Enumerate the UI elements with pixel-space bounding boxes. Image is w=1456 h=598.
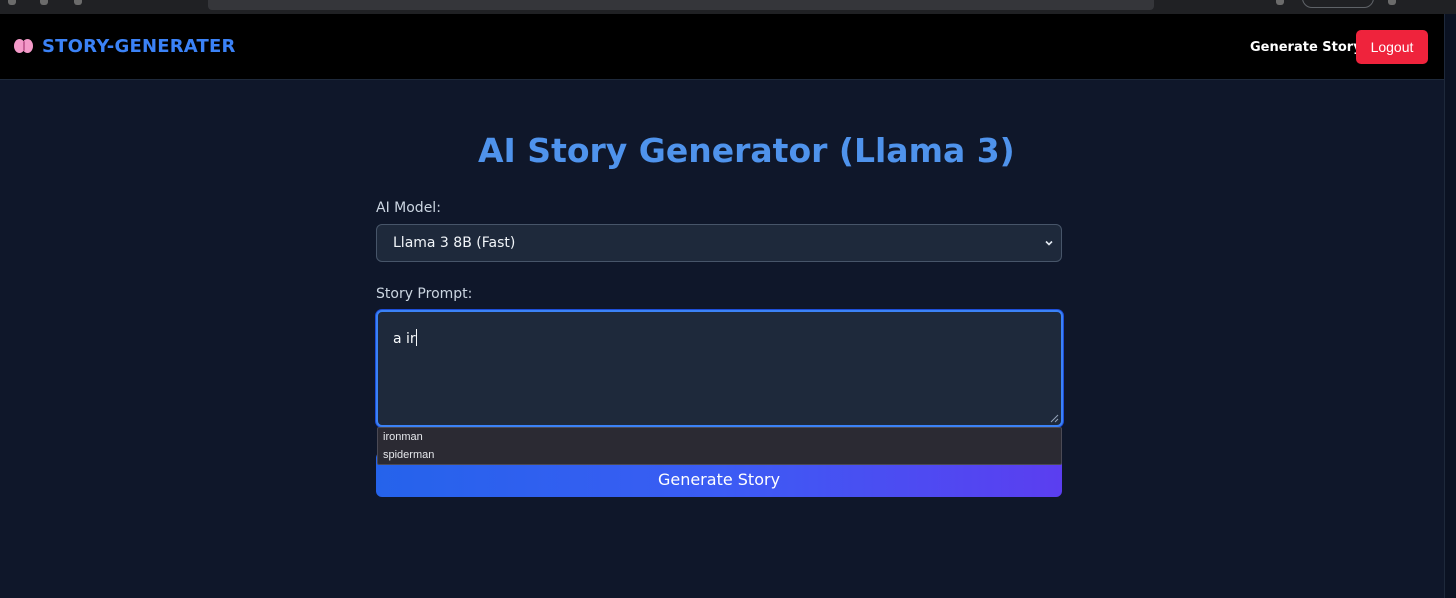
- forward-icon[interactable]: [40, 0, 48, 5]
- chevron-down-icon: [1045, 240, 1053, 246]
- page-heading: AI Story Generator (Llama 3): [478, 130, 1015, 170]
- story-prompt-textarea[interactable]: a ir: [376, 310, 1063, 427]
- resize-handle-icon[interactable]: [1050, 414, 1059, 423]
- text-caret: [415, 329, 417, 346]
- prompt-label: Story Prompt:: [376, 286, 473, 302]
- brand-title[interactable]: STORY-GENERATER: [42, 36, 236, 57]
- profile-button[interactable]: [1302, 0, 1374, 8]
- back-icon[interactable]: [8, 0, 16, 5]
- model-label: AI Model:: [376, 200, 441, 216]
- brand[interactable]: STORY-GENERATER: [14, 36, 236, 57]
- menu-icon[interactable]: [1388, 0, 1396, 5]
- autocomplete-option[interactable]: spiderman: [378, 446, 1061, 464]
- extensions-icon[interactable]: [1276, 0, 1284, 5]
- autocomplete-option[interactable]: ironman: [378, 428, 1061, 446]
- address-bar[interactable]: [208, 0, 1154, 10]
- reload-icon[interactable]: [74, 0, 82, 5]
- prompt-value: a ir: [393, 331, 416, 347]
- page-title: AI Story Generator (Llama 3): [464, 128, 1015, 172]
- brain-icon: [14, 38, 34, 55]
- model-select[interactable]: Llama 3 8B (Fast): [376, 224, 1062, 262]
- logout-button[interactable]: Logout: [1356, 30, 1428, 64]
- autocomplete-dropdown: ironman spiderman: [377, 427, 1062, 465]
- browser-chrome: [0, 0, 1456, 14]
- top-navbar: STORY-GENERATER Generate Story Logout: [0, 14, 1456, 80]
- model-select-value: Llama 3 8B (Fast): [393, 235, 516, 251]
- scrollbar[interactable]: [1444, 14, 1456, 598]
- nav-generate-story-link[interactable]: Generate Story: [1250, 40, 1362, 55]
